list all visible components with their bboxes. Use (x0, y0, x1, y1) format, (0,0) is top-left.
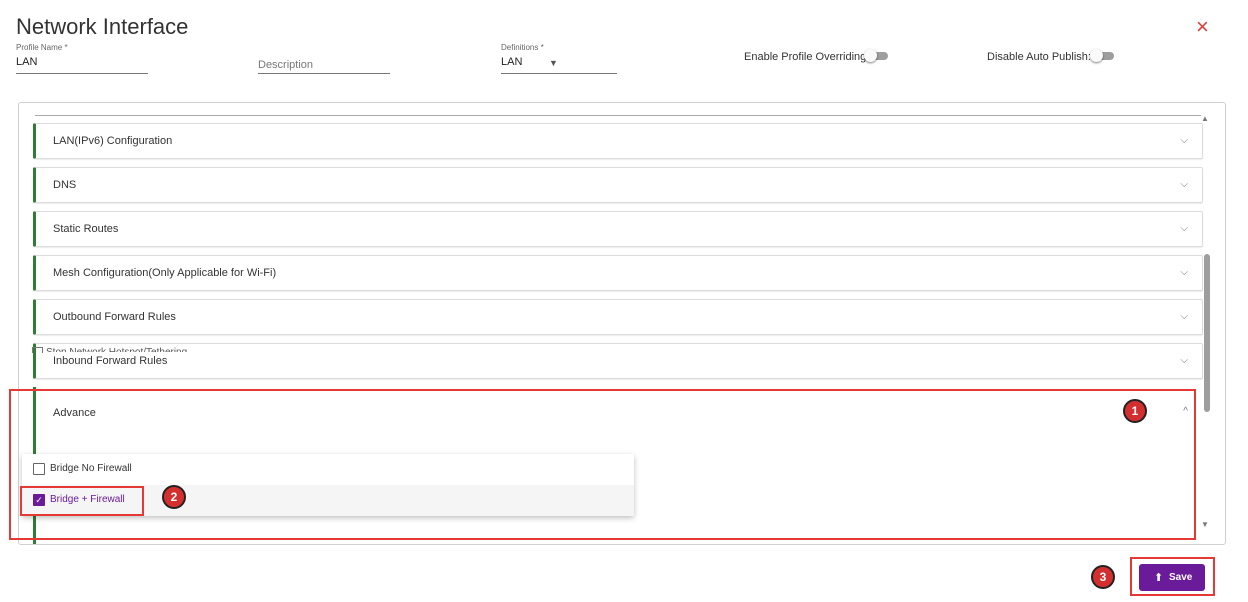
chevron-down-icon: ⌵ (1180, 311, 1188, 322)
chevron-down-icon: ⌵ (1180, 179, 1188, 190)
disable-auto-publish-label: Disable Auto Publish: (987, 51, 1091, 63)
chevron-down-icon: ⌵ (1180, 135, 1188, 146)
section-label: LAN(IPv6) Configuration (53, 135, 173, 147)
definitions-select[interactable]: Definitions * LAN ▼ (501, 43, 617, 74)
annotation-badge-2: 2 (162, 485, 186, 509)
section-label: Outbound Forward Rules (53, 311, 176, 323)
scrollbar-thumb[interactable] (1204, 254, 1210, 412)
scroll-down-icon[interactable]: ▼ (1201, 520, 1209, 529)
definitions-label: Definitions * (501, 43, 544, 52)
panel-divider (35, 115, 1201, 116)
option-label: Bridge + Firewall (50, 494, 125, 505)
upload-icon: ⬆ (1154, 572, 1164, 584)
option-bridge-no-firewall[interactable]: Bridge No Firewall (22, 454, 634, 485)
toggle-thumb (1090, 49, 1103, 62)
section-mesh-configuration[interactable]: Mesh Configuration(Only Applicable for W… (33, 255, 1203, 291)
section-lan-ipv6[interactable]: LAN(IPv6) Configuration ⌵ (33, 123, 1203, 159)
profile-name-value: LAN (16, 56, 38, 68)
chevron-down-icon: ⌵ (1180, 223, 1188, 234)
toggle-thumb (864, 49, 877, 62)
partial-option-text: Stop Network Hotspot/Tethering (46, 347, 187, 352)
section-label: Inbound Forward Rules (53, 355, 168, 367)
section-label: Mesh Configuration(Only Applicable for W… (53, 267, 277, 279)
chevron-down-icon: ⌵ (1180, 267, 1188, 278)
disable-auto-publish-toggle[interactable] (1090, 49, 1114, 62)
check-icon[interactable]: ✓ (33, 494, 45, 506)
section-label: DNS (53, 179, 77, 191)
description-field[interactable]: Description (258, 45, 390, 74)
enable-profile-overriding-label: Enable Profile Overriding: (744, 51, 870, 63)
definitions-value: LAN (501, 56, 523, 68)
enable-profile-overriding-toggle[interactable] (864, 49, 888, 62)
chevron-down-icon: ⌵ (1180, 355, 1188, 366)
bridge-mode-dropdown: Bridge No Firewall ✓ Bridge + Firewall (22, 454, 634, 516)
section-outbound-forward-rules[interactable]: Outbound Forward Rules ⌵ (33, 299, 1203, 335)
chevron-up-icon: ^ (1183, 406, 1188, 417)
annotation-badge-1: 1 (1123, 399, 1147, 423)
option-bridge-firewall[interactable]: ✓ Bridge + Firewall (22, 485, 634, 516)
option-label: Bridge No Firewall (50, 463, 132, 474)
save-label: Save (1169, 572, 1193, 583)
section-inbound-forward-rules[interactable]: Inbound Forward Rules ⌵ (33, 343, 1203, 379)
checkbox[interactable] (33, 463, 45, 475)
save-button[interactable]: ⬆ Save (1139, 564, 1205, 591)
partial-checkbox[interactable] (32, 347, 43, 353)
section-label: Advance (53, 407, 96, 419)
annotation-badge-3: 3 (1091, 565, 1115, 589)
section-dns[interactable]: DNS ⌵ (33, 167, 1203, 203)
profile-name-label: Profile Name * (16, 43, 68, 52)
scroll-up-icon[interactable]: ▲ (1201, 114, 1209, 123)
profile-name-field[interactable]: Profile Name * LAN (16, 43, 148, 74)
close-icon[interactable]: × (1196, 16, 1209, 38)
dialog-title: Network Interface (16, 14, 189, 39)
description-placeholder: Description (258, 59, 314, 71)
section-label: Static Routes (53, 223, 119, 235)
caret-down-icon: ▼ (549, 58, 558, 68)
section-static-routes[interactable]: Static Routes ⌵ (33, 211, 1203, 247)
